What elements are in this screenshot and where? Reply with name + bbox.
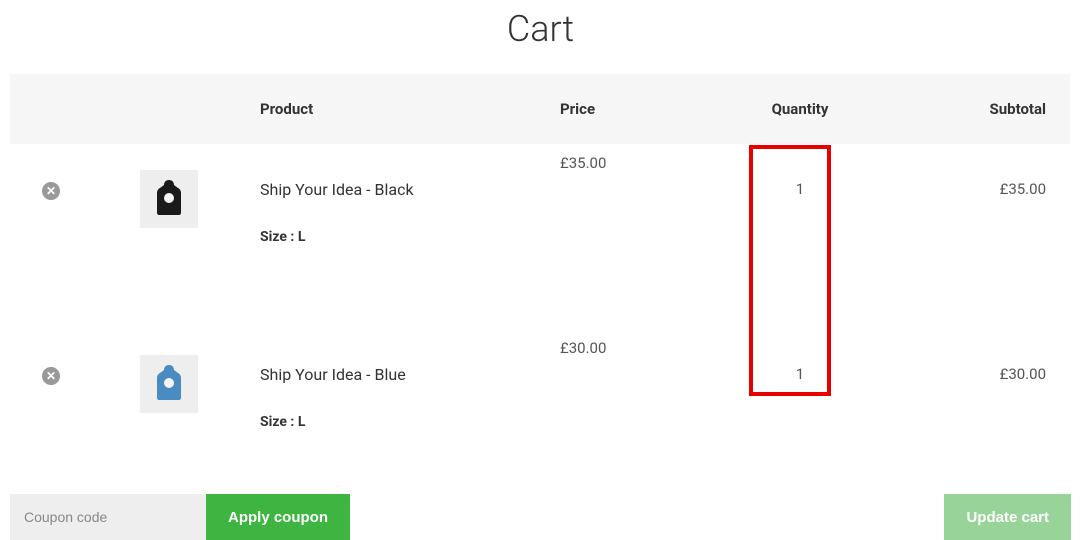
product-subtotal: £35.00: [890, 144, 1070, 271]
product-name[interactable]: Ship Your Idea - Blue: [260, 365, 540, 384]
product-meta-value: L: [298, 414, 306, 430]
col-subtotal-header: Subtotal: [890, 74, 1070, 144]
cart-header: Product Price Quantity Subtotal: [10, 74, 1070, 144]
product-meta-label: Size :: [260, 414, 298, 430]
col-price-header: Price: [550, 74, 710, 144]
apply-coupon-button[interactable]: Apply coupon: [206, 494, 350, 540]
product-name[interactable]: Ship Your Idea - Black: [260, 180, 540, 199]
cart-wrapper: Product Price Quantity Subtotal ✕: [0, 74, 1081, 456]
cart-actions: Apply coupon Update cart: [10, 494, 1071, 540]
product-price: £30.00: [550, 329, 710, 456]
remove-item-icon[interactable]: ✕: [42, 182, 60, 200]
product-thumbnail[interactable]: [140, 355, 198, 413]
coupon-code-input[interactable]: [10, 494, 206, 540]
product-meta-value: L: [298, 229, 306, 245]
col-remove-header: [10, 74, 110, 144]
product-quantity[interactable]: 1: [710, 144, 890, 271]
product-thumbnail[interactable]: [140, 170, 198, 228]
hoodie-icon: [146, 361, 192, 407]
col-thumb-header: [110, 74, 250, 144]
update-cart-button[interactable]: Update cart: [944, 494, 1071, 540]
table-row: ✕ Ship Your Idea - Black Size : L £35.00: [10, 144, 1070, 271]
product-meta-label: Size :: [260, 229, 298, 245]
remove-item-icon[interactable]: ✕: [42, 367, 60, 385]
col-product-header: Product: [250, 74, 550, 144]
hoodie-icon: [146, 176, 192, 222]
product-quantity[interactable]: 1: [710, 329, 890, 456]
product-subtotal: £30.00: [890, 329, 1070, 456]
page-title: Cart: [0, 0, 1081, 74]
product-price: £35.00: [550, 144, 710, 271]
cart-table: Product Price Quantity Subtotal ✕: [10, 74, 1070, 456]
table-row: ✕ Ship Your Idea - Blue Size : L £30.00 …: [10, 329, 1070, 456]
col-quantity-header: Quantity: [710, 74, 890, 144]
